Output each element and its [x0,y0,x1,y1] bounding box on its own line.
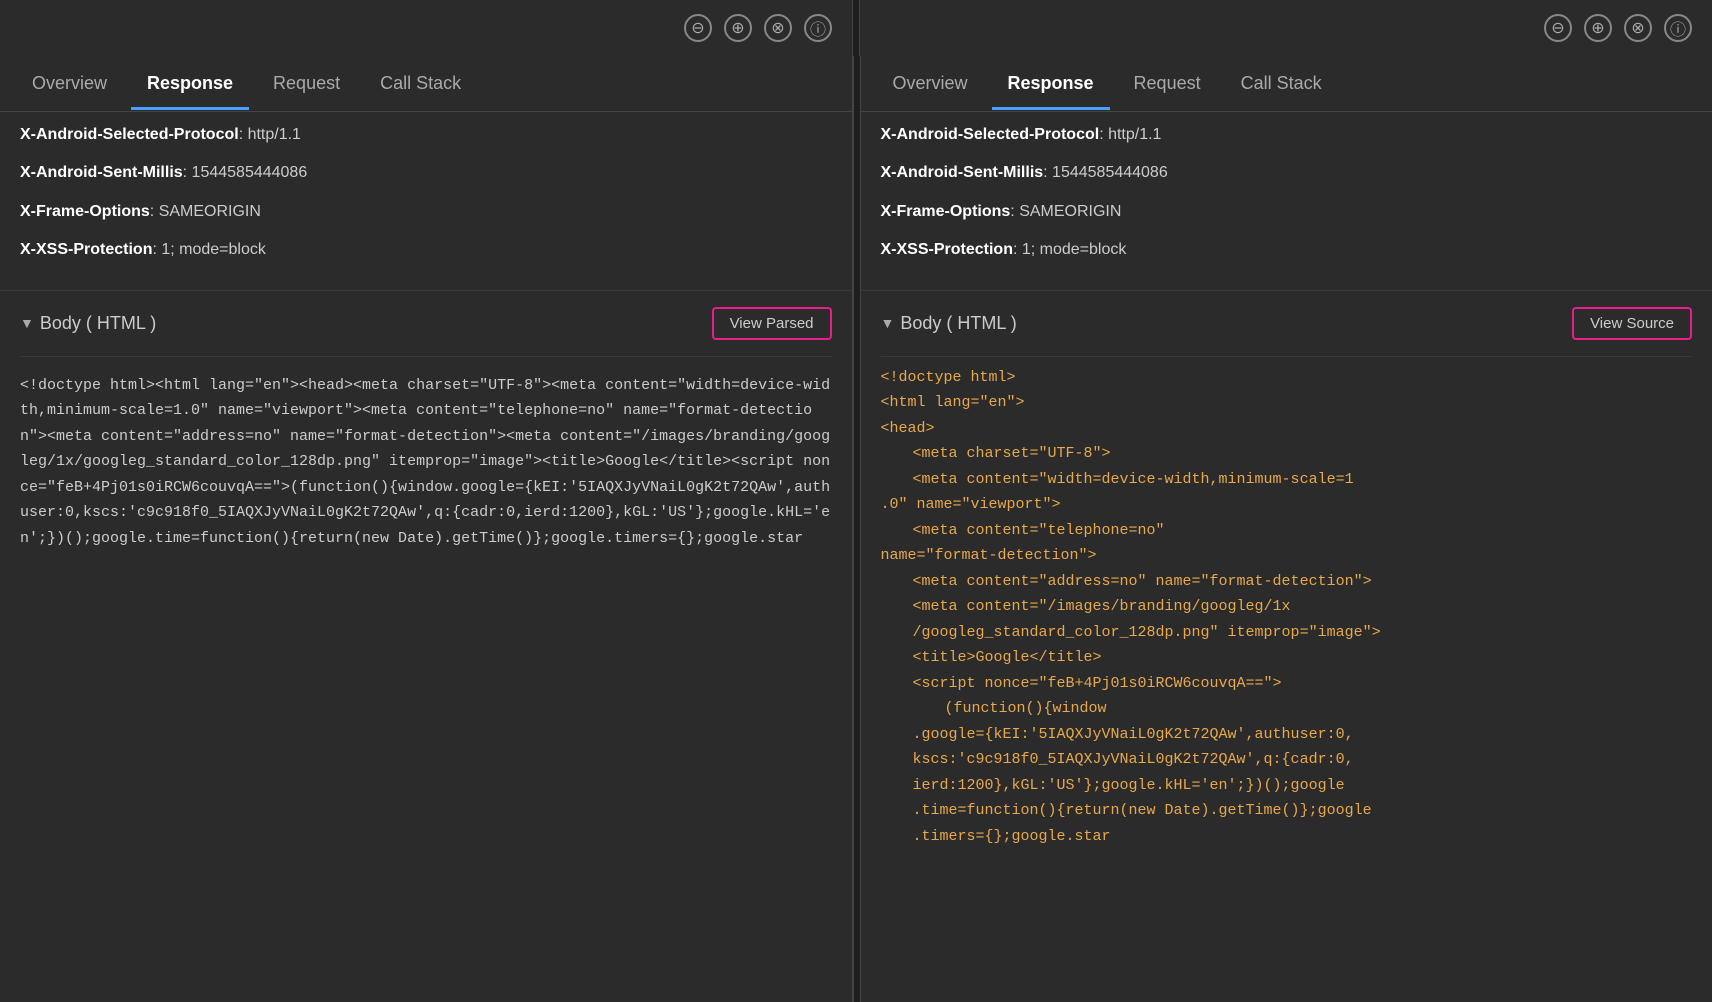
right-tab-response[interactable]: Response [992,65,1110,102]
left-header-sent-millis-key: X-Android-Sent-Millis [20,164,183,181]
right-header-xss-key: X-XSS-Protection [881,241,1013,258]
left-view-parsed-button[interactable]: View Parsed [712,307,832,340]
right-panel: Overview Response Request Call Stack X-A… [861,56,1712,1002]
left-header-xss: X-XSS-Protection: 1; mode=block [20,239,832,261]
left-body-title-text: Body ( HTML ) [40,313,156,334]
left-tab-overview[interactable]: Overview [16,65,123,102]
right-header-sent-millis-key: X-Android-Sent-Millis [881,164,1044,181]
left-tab-request[interactable]: Request [257,65,356,102]
right-body-title-text: Body ( HTML ) [900,313,1016,334]
right-panel-content: X-Android-Selected-Protocol: http/1.1 X-… [861,112,1712,1002]
right-top-controls: ⊖ ⊕ ⊗ ⓘ [860,0,1712,56]
panel-divider-top [852,0,860,56]
right-body-title: ▼ Body ( HTML ) [881,313,1017,334]
left-body-title: ▼ Body ( HTML ) [20,313,156,334]
right-minimize-button[interactable]: ⊖ [1544,14,1572,42]
left-minimize-button[interactable]: ⊖ [684,14,712,42]
code-line-16: ierd:1200},kGL:'US'};google.kHL='en';})(… [881,773,1693,799]
left-body-section: ▼ Body ( HTML ) View Parsed <!doctype ht… [0,291,852,568]
right-stop-button[interactable]: ⊗ [1624,14,1652,42]
left-refresh-button[interactable]: ⓘ [804,14,832,42]
code-line-9: <meta content="/images/branding/googleg/… [881,594,1693,620]
code-line-7: name="format-detection"> [881,543,1693,569]
code-line-5: .0" name="viewport"> [881,492,1693,518]
right-maximize-button[interactable]: ⊕ [1584,14,1612,42]
right-code-block: <!doctype html> <html lang="en"> <head> … [881,357,1693,858]
right-body-triangle[interactable]: ▼ [881,315,895,331]
left-top-controls: ⊖ ⊕ ⊗ ⓘ [0,0,852,56]
left-header-sent-millis: X-Android-Sent-Millis: 1544585444086 [20,162,832,184]
left-header-xss-key: X-XSS-Protection [20,241,152,258]
left-body-triangle[interactable]: ▼ [20,315,34,331]
left-header-protocol-key: X-Android-Selected-Protocol [20,126,239,143]
right-header-xss: X-XSS-Protection: 1; mode=block [881,239,1693,261]
code-line-1: <html lang="en"> [881,390,1693,416]
left-body-header: ▼ Body ( HTML ) View Parsed [20,291,832,357]
left-tab-bar: Overview Response Request Call Stack [0,56,852,112]
left-header-frame-options-key: X-Frame-Options [20,203,150,220]
left-tab-response[interactable]: Response [131,65,249,102]
left-panel-content: X-Android-Selected-Protocol: http/1.1 X-… [0,112,852,1002]
right-headers-section: X-Android-Selected-Protocol: http/1.1 X-… [861,112,1712,291]
code-line-17: .time=function(){return(new Date).getTim… [881,798,1693,824]
code-line-12: <script nonce="feB+4Pj01s0iRCW6couvqA=="… [881,671,1693,697]
right-window-controls[interactable]: ⊖ ⊕ ⊗ ⓘ [1544,14,1692,42]
left-header-frame-options: X-Frame-Options: SAMEORIGIN [20,201,832,223]
right-body-section: ▼ Body ( HTML ) View Source <!doctype ht… [861,291,1712,858]
code-line-15: kscs:'c9c918f0_5IAQXJyVNaiL0gK2t72QAw',q… [881,747,1693,773]
right-tab-callstack[interactable]: Call Stack [1225,65,1338,102]
panel-divider[interactable] [853,56,861,1002]
right-header-protocol: X-Android-Selected-Protocol: http/1.1 [881,124,1693,146]
right-header-protocol-key: X-Android-Selected-Protocol [881,126,1100,143]
left-headers-section: X-Android-Selected-Protocol: http/1.1 X-… [0,112,852,291]
left-body-content: <!doctype html><html lang="en"><head><me… [20,357,832,568]
right-tab-request[interactable]: Request [1118,65,1217,102]
code-line-13: (function(){window [881,696,1693,722]
code-line-0: <!doctype html> [881,365,1693,391]
right-header-sent-millis: X-Android-Sent-Millis: 1544585444086 [881,162,1693,184]
code-line-4: <meta content="width=device-width,minimu… [881,467,1693,493]
right-view-source-button[interactable]: View Source [1572,307,1692,340]
code-line-10: /googleg_standard_color_128dp.png" itemp… [881,620,1693,646]
code-line-6: <meta content="telephone=no" [881,518,1693,544]
code-line-11: <title>Google</title> [881,645,1693,671]
left-window-controls[interactable]: ⊖ ⊕ ⊗ ⓘ [684,14,832,42]
right-header-frame-options: X-Frame-Options: SAMEORIGIN [881,201,1693,223]
left-panel: Overview Response Request Call Stack X-A… [0,56,853,1002]
code-line-18: .timers={};google.star [881,824,1693,850]
code-line-8: <meta content="address=no" name="format-… [881,569,1693,595]
left-maximize-button[interactable]: ⊕ [724,14,752,42]
left-stop-button[interactable]: ⊗ [764,14,792,42]
left-header-protocol: X-Android-Selected-Protocol: http/1.1 [20,124,832,146]
code-line-2: <head> [881,416,1693,442]
code-line-14: .google={kEI:'5IAQXJyVNaiL0gK2t72QAw',au… [881,722,1693,748]
right-body-header: ▼ Body ( HTML ) View Source [881,291,1693,357]
right-refresh-button[interactable]: ⓘ [1664,14,1692,42]
left-tab-callstack[interactable]: Call Stack [364,65,477,102]
right-header-frame-options-key: X-Frame-Options [881,203,1011,220]
right-tab-bar: Overview Response Request Call Stack [861,56,1712,112]
right-tab-overview[interactable]: Overview [877,65,984,102]
code-line-3: <meta charset="UTF-8"> [881,441,1693,467]
